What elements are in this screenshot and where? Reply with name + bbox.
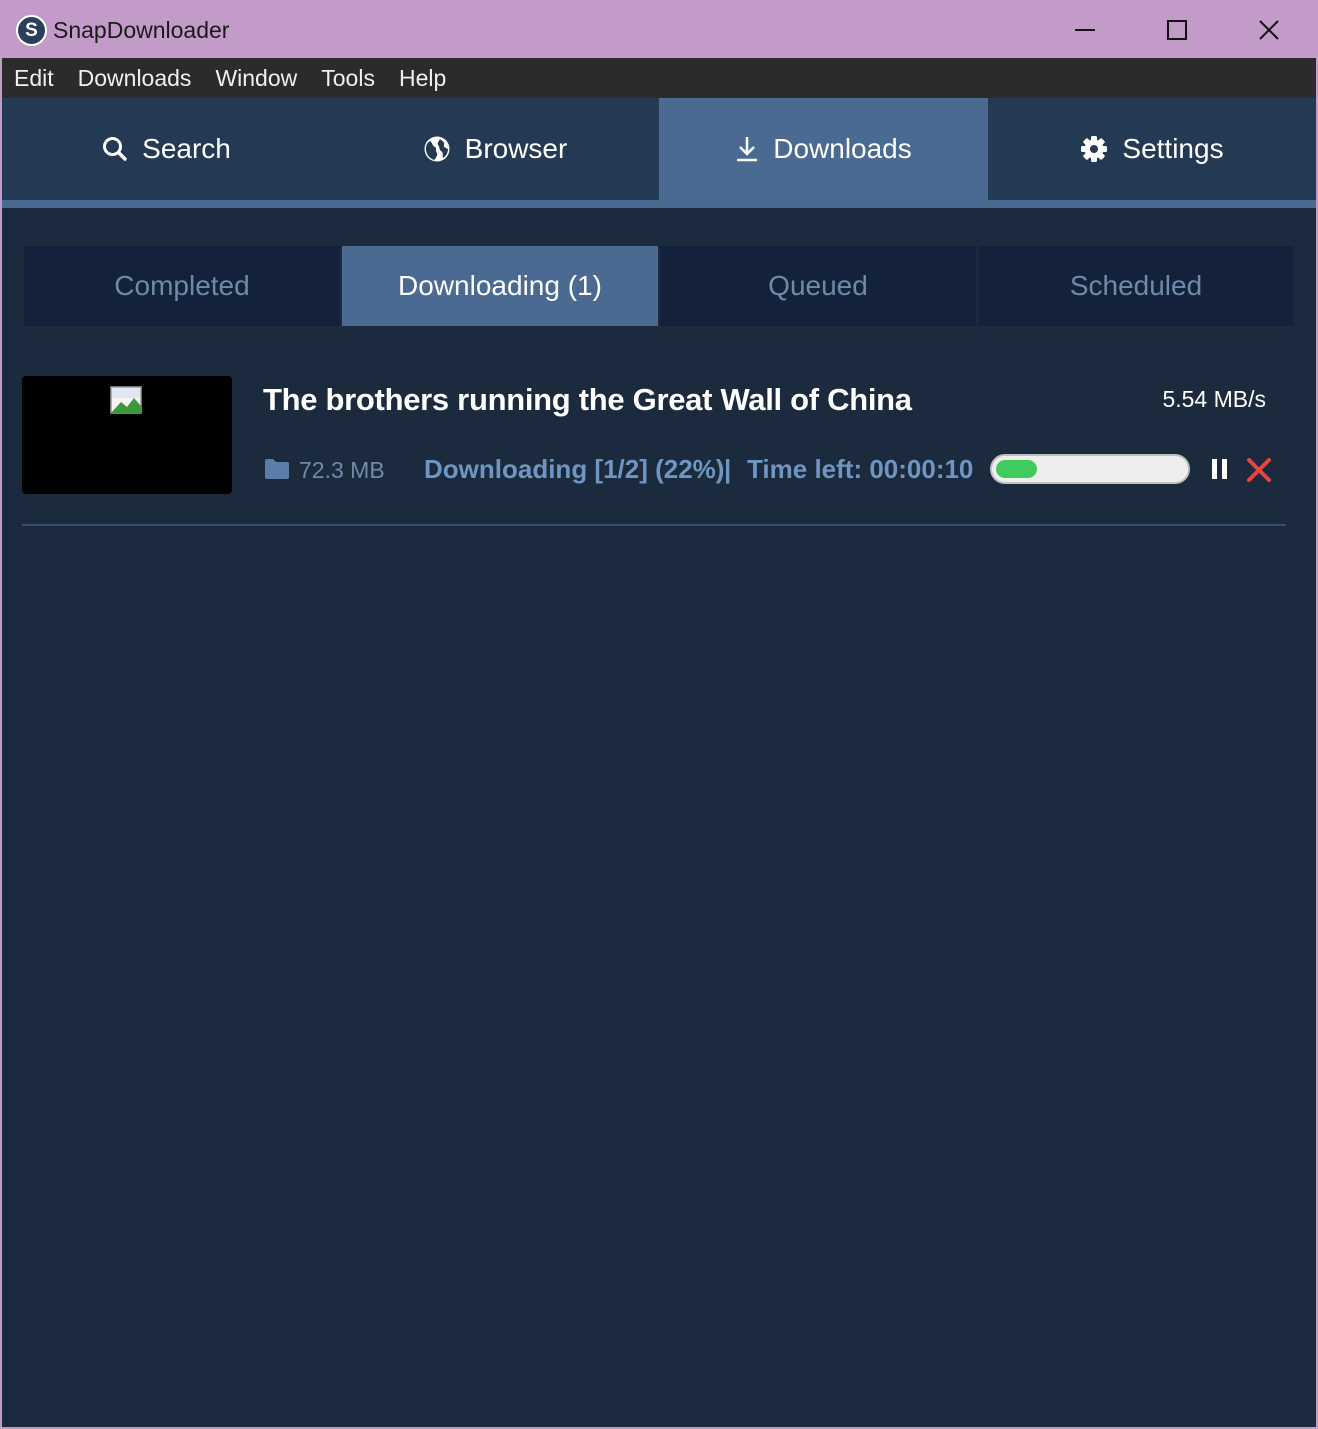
menu-downloads[interactable]: Downloads (66, 65, 204, 92)
subtab-downloading[interactable]: Downloading (1) (342, 246, 660, 326)
cancel-icon (1247, 458, 1271, 482)
menu-help[interactable]: Help (387, 65, 458, 92)
menu-window[interactable]: Window (203, 65, 309, 92)
tab-settings[interactable]: Settings (988, 98, 1316, 200)
progress-fill (996, 460, 1037, 478)
download-title: The brothers running the Great Wall of C… (263, 382, 912, 417)
app-window: S SnapDownloader Edit Downloads Window T… (0, 0, 1318, 1429)
subtab-queued[interactable]: Queued (660, 246, 978, 326)
download-speed: 5.54 MB/s (1162, 386, 1266, 412)
close-icon (1259, 20, 1279, 40)
tab-search-label: Search (142, 133, 231, 164)
download-status-tabs: Completed Downloading (1) Queued Schedul… (24, 246, 1294, 326)
globe-icon (423, 135, 451, 163)
tab-search[interactable]: Search (2, 98, 331, 200)
search-icon (102, 136, 128, 162)
pause-icon (1212, 459, 1227, 479)
time-left: Time left: 00:00:10 (747, 454, 974, 484)
pause-button[interactable] (1210, 458, 1230, 485)
nav-underline (2, 200, 1316, 208)
app-logo-icon: S (16, 15, 47, 46)
close-button[interactable] (1223, 2, 1315, 58)
tab-browser-label: Browser (464, 133, 568, 164)
download-item: The brothers running the Great Wall of C… (22, 376, 1286, 526)
menu-tools[interactable]: Tools (309, 65, 387, 92)
subtab-scheduled[interactable]: Scheduled (978, 246, 1294, 326)
download-status: Downloading [1/2] (22%) (424, 454, 725, 484)
video-thumbnail[interactable] (22, 376, 232, 494)
broken-image-icon (110, 386, 144, 421)
menu-bar: Edit Downloads Window Tools Help (2, 58, 1316, 98)
minimize-button[interactable] (1039, 2, 1131, 58)
folder-icon[interactable] (264, 458, 290, 485)
window-title: SnapDownloader (53, 17, 230, 43)
subtab-completed[interactable]: Completed (24, 246, 342, 326)
tab-browser[interactable]: Browser (331, 98, 659, 200)
title-bar[interactable]: S SnapDownloader (2, 2, 1316, 58)
status-separator: | (724, 454, 732, 484)
maximize-button[interactable] (1131, 2, 1223, 58)
tab-settings-label: Settings (1122, 133, 1224, 164)
tab-downloads-label: Downloads (773, 133, 912, 164)
main-nav: Search Browser Downloads Settings (2, 98, 1316, 200)
tab-downloads[interactable]: Downloads (659, 98, 988, 200)
menu-edit[interactable]: Edit (2, 65, 66, 92)
maximize-icon (1167, 20, 1187, 40)
minimize-icon (1075, 29, 1095, 31)
file-size: 72.3 MB (299, 457, 385, 483)
gear-icon (1080, 135, 1108, 163)
progress-bar (990, 454, 1190, 484)
download-icon (735, 135, 759, 163)
cancel-button[interactable] (1246, 458, 1272, 487)
